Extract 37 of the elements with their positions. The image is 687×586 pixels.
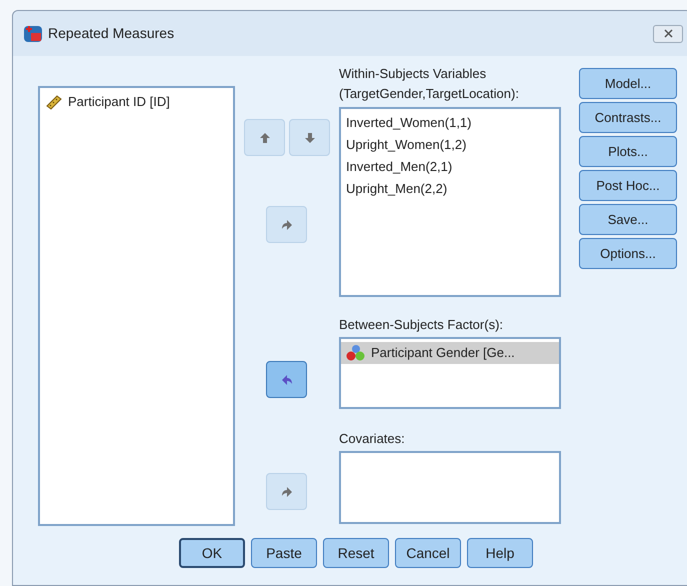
arrow-icon — [280, 484, 294, 498]
list-item[interactable]: Inverted_Men(2,1) — [341, 156, 559, 178]
arrow-button[interactable] — [266, 361, 307, 398]
dialog-button[interactable]: Post Hoc... — [579, 170, 677, 201]
arrow-icon — [258, 130, 272, 144]
field-label: Within-Subjects Variables — [339, 65, 488, 83]
dialog-button[interactable]: Help — [467, 538, 533, 568]
close-icon — [664, 29, 672, 38]
dialog-button[interactable]: Cancel — [395, 538, 461, 568]
between-subjects-list[interactable]: Participant Gender [Ge... — [339, 337, 561, 409]
dialog-button[interactable]: Paste — [251, 538, 317, 568]
list-item[interactable]: Participant ID [ID] — [40, 91, 233, 113]
covariates-list[interactable] — [339, 451, 561, 524]
app-icon — [23, 24, 43, 44]
list-item[interactable]: Inverted_Women(1,1) — [341, 112, 559, 134]
close-button[interactable] — [653, 24, 683, 42]
field-label: (TargetGender,TargetLocation): — [339, 85, 520, 103]
window-title: Repeated Measures — [48, 24, 174, 43]
arrow-icon — [280, 372, 294, 386]
dialog-button[interactable]: Contrasts... — [579, 102, 677, 133]
field-label: Between-Subjects Factor(s): — [339, 316, 504, 334]
list-item[interactable]: Upright_Men(2,2) — [341, 178, 559, 200]
dialog-button[interactable]: Model... — [579, 68, 677, 99]
list-item[interactable]: Upright_Women(1,2) — [341, 134, 559, 156]
ruler-icon — [45, 94, 63, 110]
balls-icon — [346, 344, 366, 362]
variable-list[interactable]: Participant ID [ID] — [38, 86, 235, 526]
dialog-button[interactable]: Options... — [579, 238, 677, 269]
list-item[interactable]: Participant Gender [Ge... — [341, 342, 559, 364]
within-subjects-list[interactable]: Inverted_Women(1,1) Upright_Women(1,2) Inverted_Men(2,1) Upright_Men(2,2) — [339, 107, 561, 297]
dialog-button[interactable]: Plots... — [579, 136, 677, 167]
dialog-button[interactable]: Reset — [323, 538, 389, 568]
dialog-button[interactable]: OK — [179, 538, 245, 568]
dialog-button[interactable]: Save... — [579, 204, 677, 235]
arrow-icon — [280, 218, 294, 232]
field-label: Covariates: — [339, 430, 406, 448]
arrow-icon — [302, 130, 316, 144]
